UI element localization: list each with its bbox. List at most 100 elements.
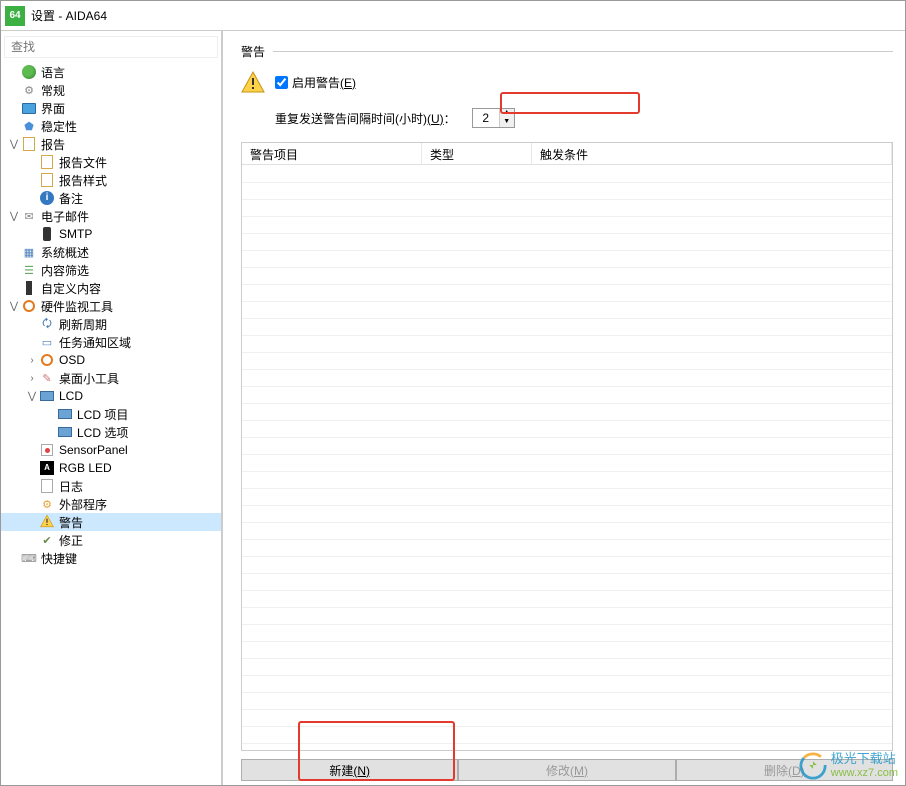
enable-alert-label: 启用警告(E) [292,74,356,91]
tree-item-3[interactable]: ⬟稳定性 [1,117,221,135]
paint-icon: ✎ [39,370,55,386]
modify-button[interactable]: 修改(M) [458,759,675,781]
balloon-icon: ▭ [39,334,55,350]
tree-item-label: 任务通知区域 [59,334,131,351]
col-condition[interactable]: 触发条件 [532,143,892,164]
tree-item-6[interactable]: 报告样式 [1,171,221,189]
tree-item-16[interactable]: › OSD [1,351,221,369]
content-panel: 警告 启用警告(E) 重复发送警告间隔时间(小时)(U)： ▲ [223,31,905,785]
expander-icon[interactable]: ⋁ [7,301,21,312]
doc-icon [21,136,37,152]
new-button[interactable]: 新建(N) [241,759,458,781]
globe-icon [21,64,37,80]
expander-icon[interactable]: ⋁ [7,211,21,222]
enable-alert-checkbox[interactable]: 启用警告(E) [275,74,356,91]
tree-item-label: 备注 [59,190,83,207]
tree-item-25[interactable]: 警告 [1,513,221,531]
tree-item-label: 日志 [59,478,83,495]
expander-icon[interactable]: › [25,373,39,384]
tree-item-22[interactable]: ARGB LED [1,459,221,477]
tree-item-label: LCD [59,389,83,403]
circle-icon [21,298,37,314]
tree-item-label: 内容筛选 [41,262,89,279]
tree-item-15[interactable]: ▭任务通知区域 [1,333,221,351]
tree-item-17[interactable]: ›✎桌面小工具 [1,369,221,387]
alert-table: 警告项目 类型 触发条件 [241,142,893,751]
tree-item-label: 自定义内容 [41,280,101,297]
highlight-enable [500,92,640,114]
expander-icon[interactable]: › [25,355,39,366]
search-input[interactable] [5,37,217,57]
tree-item-8[interactable]: ⋁✉电子邮件 [1,207,221,225]
tree-item-label: 硬件监视工具 [41,298,113,315]
tree-item-label: OSD [59,353,85,367]
doc-icon [39,172,55,188]
tree-item-4[interactable]: ⋁ 报告 [1,135,221,153]
tree-item-11[interactable]: ☰内容筛选 [1,261,221,279]
tree-item-27[interactable]: ⌨快捷键 [1,549,221,567]
tree-item-label: 常规 [41,82,65,99]
filter-icon: ☰ [21,262,37,278]
titlebar[interactable]: 64 设置 - AIDA64 [1,1,905,31]
tree-item-label: 电子邮件 [41,208,89,225]
log-icon [39,478,55,494]
tree-item-label: 报告样式 [59,172,107,189]
hw-icon [21,280,37,296]
tree-item-14[interactable]: 🗘刷新周期 [1,315,221,333]
tree-item-label: SMTP [59,227,92,241]
circle-icon [39,352,55,368]
tree-item-18[interactable]: ⋁ LCD [1,387,221,405]
tree-item-9[interactable]: SMTP [1,225,221,243]
window-title: 设置 - AIDA64 [31,7,107,24]
interval-input[interactable] [473,109,499,127]
expander-icon[interactable]: ⋁ [25,391,39,402]
tree-item-21[interactable]: SensorPanel [1,441,221,459]
col-type[interactable]: 类型 [422,143,532,164]
phone-icon [39,226,55,242]
app-icon: 64 [5,6,25,26]
tree-item-26[interactable]: ✔修正 [1,531,221,549]
tree-item-label: 修正 [59,532,83,549]
tree-item-23[interactable]: 日志 [1,477,221,495]
tree-item-12[interactable]: 自定义内容 [1,279,221,297]
body: 语言⚙常规界面⬟稳定性⋁报告报告文件报告样式i备注⋁✉电子邮件SMTP▦系统概述… [1,31,905,785]
tree-item-1[interactable]: ⚙常规 [1,81,221,99]
tree-item-label: 警告 [59,514,83,531]
tree-item-24[interactable]: ⚙外部程序 [1,495,221,513]
table-body[interactable] [242,165,892,750]
tree-item-20[interactable]: LCD 选项 [1,423,221,441]
tree-item-7[interactable]: i备注 [1,189,221,207]
tree-item-label: 界面 [41,100,65,117]
tree-item-label: SensorPanel [59,443,128,457]
watermark: 极光下载站 www.xz7.com [799,752,898,780]
gear-icon: ⚙ [21,82,37,98]
section-title: 警告 [241,43,265,60]
tree-item-5[interactable]: 报告文件 [1,153,221,171]
refresh-icon: 🗘 [39,316,55,332]
divider [273,51,893,52]
tree-item-2[interactable]: 界面 [1,99,221,117]
tree-item-10[interactable]: ▦系统概述 [1,243,221,261]
tree-item-13[interactable]: ⋁ 硬件监视工具 [1,297,221,315]
mail-icon: ✉ [21,208,37,224]
enable-alert-input[interactable] [275,76,288,89]
sidebar: 语言⚙常规界面⬟稳定性⋁报告报告文件报告样式i备注⋁✉电子邮件SMTP▦系统概述… [1,31,223,785]
tree-item-19[interactable]: LCD 项目 [1,405,221,423]
rgb-icon: A [39,460,55,476]
tree-item-label: 外部程序 [59,496,107,513]
fix-icon: ✔ [39,532,55,548]
tree-item-label: 报告 [41,136,65,153]
lcd-icon [39,388,55,404]
enable-row: 启用警告(E) [241,70,893,94]
tree-item-label: 语言 [41,64,65,81]
list-icon: ▦ [21,244,37,260]
section-header: 警告 [241,43,893,60]
spin-down[interactable]: ▼ [500,118,514,127]
tree[interactable]: 语言⚙常规界面⬟稳定性⋁报告报告文件报告样式i备注⋁✉电子邮件SMTP▦系统概述… [1,61,221,785]
expander-icon[interactable]: ⋁ [7,139,21,150]
col-item[interactable]: 警告项目 [242,143,422,164]
watermark-cn: 极光下载站 [831,752,898,766]
tree-item-0[interactable]: 语言 [1,63,221,81]
doc-icon [39,154,55,170]
tree-item-label: 刷新周期 [59,316,107,333]
